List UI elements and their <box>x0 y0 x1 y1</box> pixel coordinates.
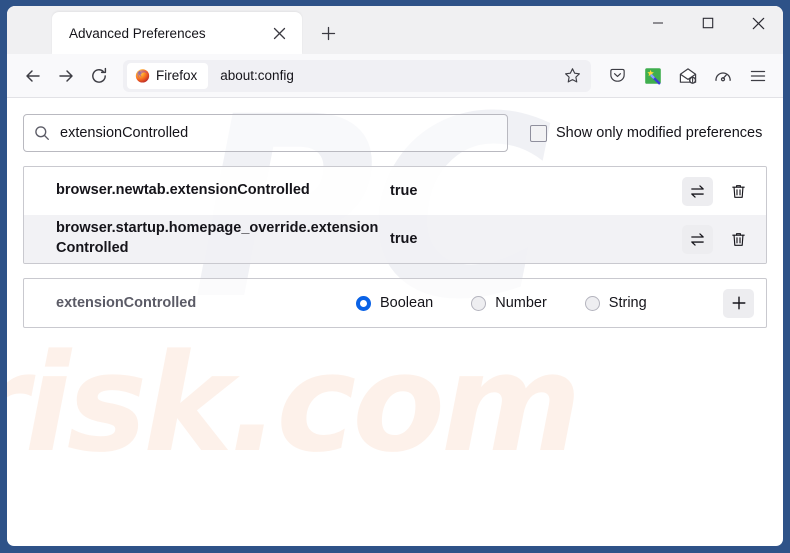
radio-option-number[interactable]: Number <box>471 295 547 311</box>
toolbar-right-icons <box>601 59 774 92</box>
star-icon[interactable] <box>557 61 587 91</box>
pref-type-radio-group: Boolean Number String <box>356 295 723 311</box>
config-toolbar: extensionControlled Show only modified p… <box>23 114 767 152</box>
close-icon[interactable] <box>733 6 783 40</box>
search-input[interactable]: extensionControlled <box>23 114 508 152</box>
pref-value: true <box>390 183 418 199</box>
add-preference-table: extensionControlled Boolean Number Strin… <box>23 278 767 328</box>
new-pref-name: extensionControlled <box>56 295 197 311</box>
tab-title: Advanced Preferences <box>69 25 206 41</box>
radio-label-string: String <box>608 295 647 311</box>
row-actions <box>682 224 754 254</box>
about-config-page: extensionControlled Show only modified p… <box>7 98 783 546</box>
forward-arrow-icon[interactable] <box>49 59 82 92</box>
search-icon <box>34 125 50 141</box>
hamburger-menu-icon[interactable] <box>741 59 774 92</box>
preferences-table: browser.newtab.extensionControlled true <box>23 166 767 264</box>
add-preference-row: extensionControlled Boolean Number Strin… <box>24 279 766 327</box>
pref-name: browser.newtab.extensionControlled <box>56 182 310 199</box>
browser-tab[interactable]: Advanced Preferences <box>52 12 302 54</box>
table-row[interactable]: browser.newtab.extensionControlled true <box>24 167 766 215</box>
pref-name: browser.startup.homepage_override.extens… <box>56 220 379 256</box>
browser-window: PC risk.com Advanced Preferences <box>0 0 790 553</box>
extension-icon[interactable] <box>636 59 669 92</box>
navigation-toolbar: Firefox about:config <box>7 54 783 98</box>
radio-dot-number[interactable] <box>471 295 487 311</box>
table-row[interactable]: browser.startup.homepage_override.extens… <box>24 215 766 263</box>
url-bar[interactable]: Firefox about:config <box>123 59 591 92</box>
trash-icon[interactable] <box>723 225 754 254</box>
toggle-icon[interactable] <box>682 176 713 206</box>
firefox-logo-icon <box>135 68 150 83</box>
tab-strip: Advanced Preferences <box>7 6 783 54</box>
search-input-value: extensionControlled <box>60 125 189 141</box>
radio-dot-string[interactable] <box>584 295 600 311</box>
radio-label-boolean: Boolean <box>380 295 434 311</box>
window-controls <box>633 6 783 40</box>
radio-dot-boolean[interactable] <box>356 295 371 311</box>
firefox-brand-chip: Firefox <box>127 62 209 89</box>
row-actions <box>682 176 754 206</box>
browser-window-inner: PC risk.com Advanced Preferences <box>7 6 783 546</box>
show-modified-checkbox[interactable]: Show only modified preferences <box>530 124 763 142</box>
show-modified-label: Show only modified preferences <box>556 125 763 141</box>
back-arrow-icon[interactable] <box>16 59 49 92</box>
firefox-chip-label: Firefox <box>156 68 198 83</box>
trash-icon[interactable] <box>723 177 754 206</box>
url-text: about:config <box>220 68 294 83</box>
plus-icon[interactable] <box>312 17 344 49</box>
pocket-icon[interactable] <box>601 59 634 92</box>
pref-value: true <box>390 231 418 247</box>
mail-icon[interactable] <box>671 59 704 92</box>
radio-option-boolean[interactable]: Boolean <box>356 295 433 311</box>
toggle-icon[interactable] <box>682 224 713 254</box>
radio-option-string[interactable]: String <box>584 295 647 311</box>
radio-label-number: Number <box>495 295 547 311</box>
minimize-icon[interactable] <box>633 6 683 40</box>
close-icon[interactable] <box>266 20 292 46</box>
speedometer-icon[interactable] <box>706 59 739 92</box>
reload-icon[interactable] <box>82 59 115 92</box>
maximize-icon[interactable] <box>683 6 733 40</box>
checkbox-box[interactable] <box>530 124 547 142</box>
add-preference-button[interactable] <box>723 288 754 318</box>
